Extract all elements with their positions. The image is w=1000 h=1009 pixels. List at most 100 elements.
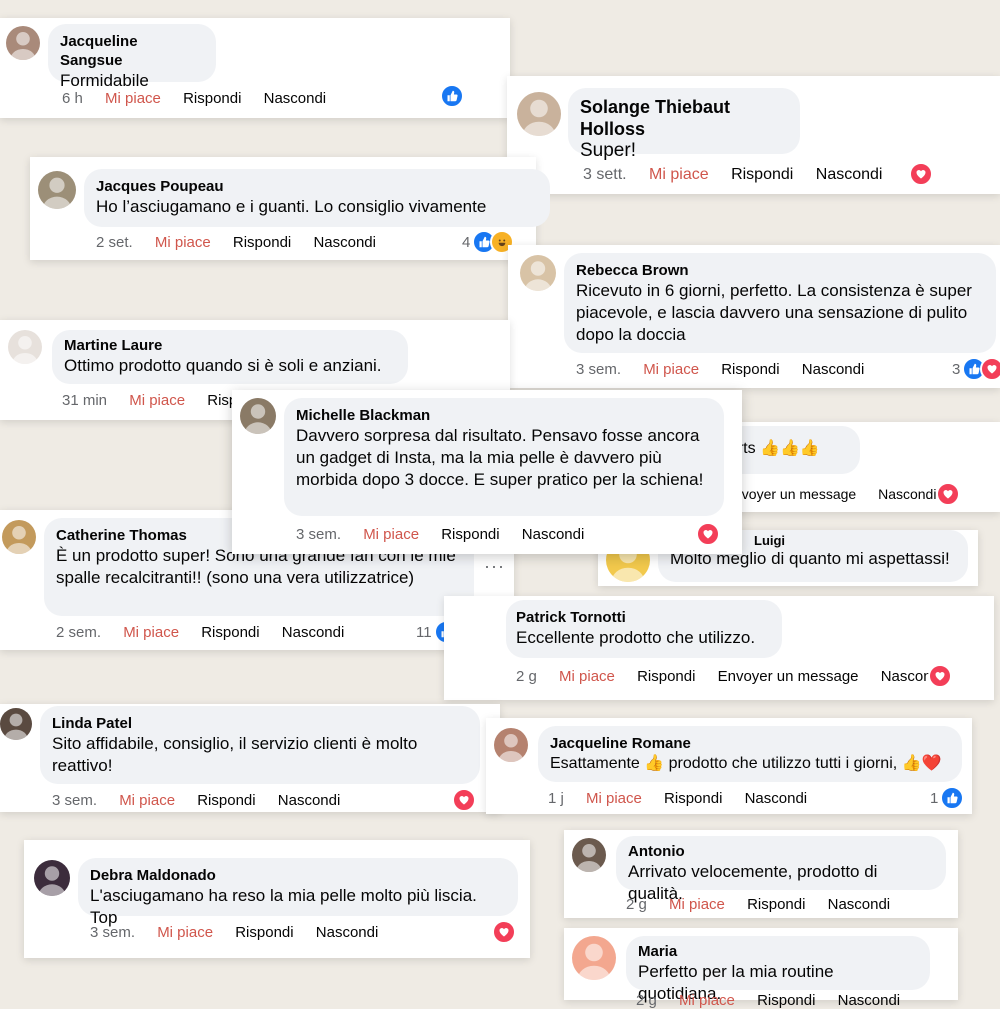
hide-button[interactable]: Nascondi <box>522 526 585 543</box>
timestamp[interactable]: 6 h <box>62 90 83 107</box>
reactions[interactable] <box>936 482 960 506</box>
comment-card: Patrick Tornotti Eccellente prodotto che… <box>444 596 994 700</box>
avatar[interactable] <box>572 838 606 872</box>
reply-button[interactable]: Rispondi <box>757 992 815 1009</box>
more-options-button[interactable]: ··· <box>484 556 505 577</box>
comment-text: Formidabile <box>60 71 149 90</box>
comment-text: Ottimo prodotto quando si è soli e anzia… <box>64 356 382 375</box>
hide-button[interactable]: Nascondi <box>278 792 341 809</box>
reactions[interactable] <box>909 162 933 186</box>
hide-button[interactable]: Nascondi <box>802 361 865 378</box>
timestamp[interactable]: 3 sem. <box>576 361 621 378</box>
like-button[interactable]: Mi piace <box>679 992 735 1009</box>
like-button[interactable]: Mi piace <box>649 166 709 183</box>
avatar[interactable] <box>2 520 36 554</box>
avatar[interactable] <box>34 860 70 896</box>
author-name[interactable]: Maria <box>638 942 918 961</box>
avatar[interactable] <box>494 728 528 762</box>
reactions[interactable] <box>452 788 476 812</box>
like-button[interactable]: Mi piace <box>105 90 161 107</box>
message-button[interactable]: Envoyer un message <box>718 668 859 685</box>
author-name[interactable]: Jacqueline Sangsue <box>60 32 204 70</box>
comment-card: Linda Patel Sito affidabile, consiglio, … <box>0 704 500 812</box>
author-name[interactable]: Luigi <box>754 534 956 548</box>
author-name[interactable]: Martine Laure <box>64 336 396 355</box>
timestamp[interactable]: 3 sett. <box>583 166 627 183</box>
reactions[interactable]: 3 <box>952 357 1000 381</box>
reactions[interactable]: 1 <box>930 786 965 810</box>
author-name[interactable]: Debra Maldonado <box>90 866 506 885</box>
author-name[interactable]: Jacqueline Romane <box>550 734 950 753</box>
hide-button[interactable]: Nascondi <box>745 790 808 807</box>
like-button[interactable]: Mi piace <box>669 896 725 913</box>
hide-button[interactable]: Nascondi <box>313 234 376 251</box>
reactions[interactable] <box>696 522 720 546</box>
avatar[interactable] <box>38 171 76 209</box>
reply-button[interactable]: Rispondi <box>664 790 722 807</box>
avatar[interactable] <box>8 330 42 364</box>
timestamp[interactable]: 1 j <box>548 790 564 807</box>
author-name[interactable]: Antonio <box>628 842 934 861</box>
like-button[interactable]: Mi piace <box>586 790 642 807</box>
reply-button[interactable]: Rispondi <box>233 234 291 251</box>
avatar[interactable] <box>6 26 40 60</box>
comment-actions: 2 g Mi piace Rispondi Nascondi <box>636 992 918 1009</box>
reply-button[interactable]: Rispondi <box>197 792 255 809</box>
like-button[interactable]: Mi piace <box>155 234 211 251</box>
author-name[interactable]: Michelle Blackman <box>296 406 712 425</box>
love-icon <box>928 664 952 688</box>
hide-button[interactable]: Nascondi <box>828 896 891 913</box>
like-button[interactable]: Mi piace <box>123 624 179 641</box>
like-button[interactable]: Mi piace <box>363 526 419 543</box>
timestamp[interactable]: 2 set. <box>96 234 133 251</box>
avatar[interactable] <box>517 92 561 136</box>
hide-button[interactable]: Nascondi <box>838 992 901 1009</box>
author-name[interactable]: Solange Thiebaut Holloss <box>580 96 788 140</box>
timestamp[interactable]: 2 g <box>626 896 647 913</box>
reply-button[interactable]: Rispondi <box>441 526 499 543</box>
reply-button[interactable]: Rispondi <box>731 166 793 183</box>
avatar[interactable] <box>240 398 276 434</box>
reply-button[interactable]: Rispondi <box>637 668 695 685</box>
comment-actions: 6 h Mi piace Rispondi Nascondi <box>62 90 344 107</box>
avatar[interactable] <box>520 255 556 291</box>
timestamp[interactable]: 31 min <box>62 392 107 409</box>
author-name[interactable]: Jacques Poupeau <box>96 177 538 196</box>
author-name[interactable]: Rebecca Brown <box>576 261 984 280</box>
timestamp[interactable]: 2 sem. <box>56 624 101 641</box>
timestamp[interactable]: 2 g <box>636 992 657 1009</box>
comment-bubble: Jacqueline Romane Esattamente 👍 prodotto… <box>538 726 962 782</box>
reply-button[interactable]: Rispondi <box>747 896 805 913</box>
reply-button[interactable]: Rispondi <box>721 361 779 378</box>
like-button[interactable]: Mi piace <box>129 392 185 409</box>
reactions[interactable] <box>928 664 952 688</box>
hide-button[interactable]: Nascondi <box>282 624 345 641</box>
comment-actions: 2 sem. Mi piace Rispondi Nascondi <box>56 624 362 641</box>
reply-button[interactable]: Rispondi <box>201 624 259 641</box>
avatar[interactable] <box>572 936 616 980</box>
comment-actions: 1 j Mi piace Rispondi Nascondi <box>548 790 825 807</box>
comment-actions: 2 set. Mi piace Rispondi Nascondi <box>96 234 394 251</box>
author-name[interactable]: Linda Patel <box>52 714 468 733</box>
reactions[interactable] <box>440 84 464 108</box>
author-name[interactable]: Patrick Tornotti <box>516 608 770 627</box>
love-icon <box>452 788 476 812</box>
like-button[interactable]: Mi piace <box>119 792 175 809</box>
timestamp[interactable]: 3 sem. <box>296 526 341 543</box>
timestamp[interactable]: 2 g <box>516 668 537 685</box>
reply-button[interactable]: Rispondi <box>183 90 241 107</box>
message-button[interactable]: nvoyer un message <box>734 486 856 502</box>
reply-button[interactable]: Rispondi <box>235 924 293 941</box>
timestamp[interactable]: 3 sem. <box>90 924 135 941</box>
hide-button[interactable]: Nascondi <box>264 90 327 107</box>
like-button[interactable]: Mi piace <box>643 361 699 378</box>
hide-button[interactable]: Nascondi <box>316 924 379 941</box>
like-button[interactable]: Mi piace <box>559 668 615 685</box>
like-button[interactable]: Mi piace <box>157 924 213 941</box>
reactions[interactable] <box>492 920 516 944</box>
hide-button[interactable]: Nascondi <box>878 486 936 502</box>
timestamp[interactable]: 3 sem. <box>52 792 97 809</box>
reactions[interactable]: 4 <box>462 230 515 254</box>
hide-button[interactable]: Nascondi <box>816 166 883 183</box>
avatar[interactable] <box>0 708 32 740</box>
